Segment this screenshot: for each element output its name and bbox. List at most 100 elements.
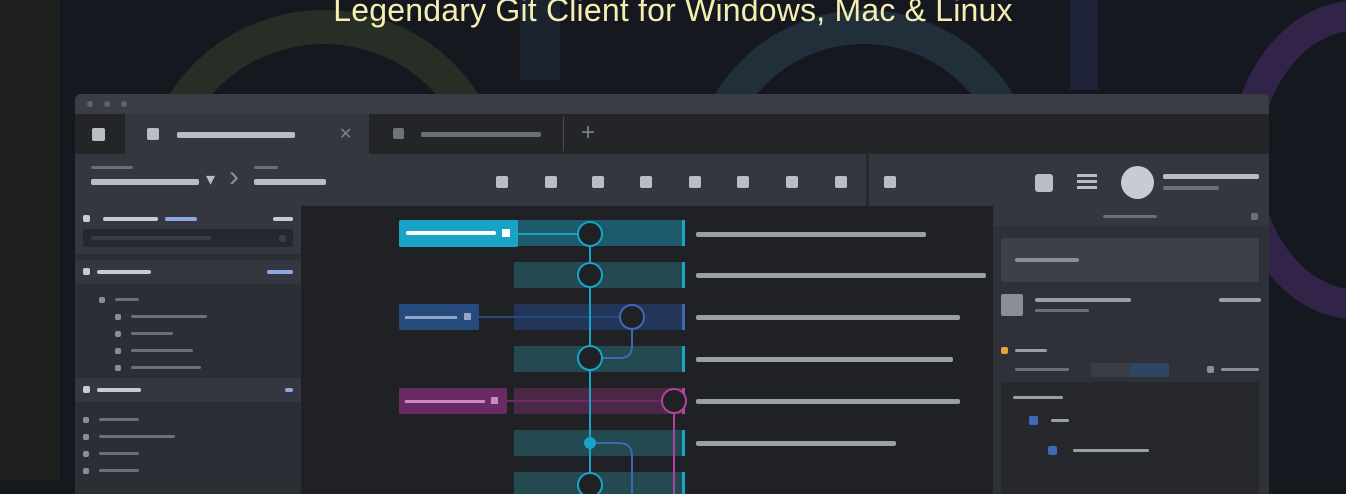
close-tab-icon[interactable]: ✕ bbox=[339, 124, 352, 144]
author-name-placeholder bbox=[1035, 298, 1131, 302]
window-titlebar bbox=[75, 94, 1269, 114]
changes-label-placeholder bbox=[1015, 349, 1047, 352]
local-section bbox=[75, 206, 301, 254]
tab-label-placeholder bbox=[421, 132, 541, 137]
user-email-placeholder bbox=[1163, 186, 1219, 190]
remote-icon bbox=[83, 386, 90, 393]
commit-sha-placeholder[interactable] bbox=[1219, 298, 1261, 302]
detail-header bbox=[993, 206, 1269, 226]
window-maximize-dot[interactable] bbox=[121, 101, 127, 107]
branch-name-placeholder[interactable] bbox=[254, 179, 326, 185]
repo-label-placeholder bbox=[91, 166, 133, 169]
notifications-icon[interactable] bbox=[1035, 174, 1053, 192]
commit-message-placeholder bbox=[696, 399, 960, 404]
app-window: ✕ + ▾ › bbox=[75, 94, 1269, 494]
author-date-placeholder bbox=[1035, 309, 1089, 312]
close-panel-icon[interactable] bbox=[1251, 213, 1258, 220]
path-label-placeholder bbox=[1015, 368, 1069, 371]
list-item[interactable] bbox=[131, 366, 201, 369]
list-item[interactable] bbox=[1051, 419, 1069, 422]
filter-input[interactable] bbox=[83, 229, 293, 247]
settings-icon[interactable] bbox=[1207, 366, 1214, 373]
menu-icon[interactable] bbox=[1077, 174, 1097, 190]
detail-title-placeholder bbox=[1103, 215, 1157, 218]
section-label-placeholder bbox=[103, 217, 158, 221]
undo-icon[interactable] bbox=[496, 176, 508, 188]
list-item[interactable] bbox=[99, 469, 139, 472]
commit-graph-svg bbox=[399, 220, 986, 494]
repo-tab-icon bbox=[393, 128, 404, 139]
list-item[interactable] bbox=[131, 315, 207, 318]
breadcrumb-chevron-icon: › bbox=[229, 160, 239, 193]
stash-icon[interactable] bbox=[737, 176, 749, 188]
tab-bar: ✕ + bbox=[75, 114, 1269, 154]
merge-commit-node[interactable] bbox=[577, 345, 603, 371]
count-badge bbox=[285, 388, 293, 392]
repo-dropdown-icon[interactable]: ▾ bbox=[206, 169, 215, 190]
warning-icon bbox=[1001, 347, 1008, 354]
window-minimize-dot[interactable] bbox=[104, 101, 110, 107]
commit-node[interactable] bbox=[577, 262, 603, 288]
section-label-placeholder bbox=[97, 270, 151, 274]
list-item[interactable] bbox=[99, 435, 175, 438]
view-toggle-path[interactable] bbox=[1091, 363, 1131, 377]
filter-icon bbox=[279, 235, 286, 242]
folder-label-placeholder bbox=[1013, 396, 1063, 399]
new-tab-icon[interactable]: + bbox=[581, 119, 595, 147]
commit-node[interactable] bbox=[577, 221, 603, 247]
toolbar: ▾ › bbox=[75, 154, 1269, 206]
redo-icon[interactable] bbox=[545, 176, 557, 188]
commit-graph bbox=[301, 206, 993, 494]
list-item[interactable] bbox=[1073, 449, 1149, 452]
window-close-dot[interactable] bbox=[87, 101, 93, 107]
settings-label-placeholder bbox=[1221, 368, 1259, 371]
tab-divider bbox=[563, 117, 564, 151]
commit-message-placeholder bbox=[696, 232, 926, 237]
home-icon bbox=[92, 128, 105, 141]
author-avatar bbox=[1001, 294, 1023, 316]
tab-active-repo[interactable]: ✕ bbox=[125, 114, 369, 154]
section-toggle-placeholder[interactable] bbox=[273, 217, 293, 221]
pop-icon[interactable] bbox=[786, 176, 798, 188]
branch-label-placeholder bbox=[254, 166, 278, 169]
commit-message-placeholder bbox=[696, 315, 960, 320]
right-detail-panel bbox=[993, 206, 1269, 494]
list-item[interactable] bbox=[99, 452, 139, 455]
list-item[interactable] bbox=[115, 298, 139, 301]
tab-inactive-repo[interactable] bbox=[369, 114, 563, 154]
commit-node[interactable] bbox=[619, 304, 645, 330]
commit-node[interactable] bbox=[661, 388, 687, 414]
file-icon bbox=[1048, 446, 1057, 455]
commit-summary-box[interactable] bbox=[1001, 238, 1259, 282]
list-item[interactable] bbox=[131, 349, 193, 352]
list-item[interactable] bbox=[99, 418, 139, 421]
left-sidebar bbox=[75, 206, 301, 494]
repo-tab-icon bbox=[147, 128, 159, 140]
home-tab[interactable] bbox=[75, 114, 125, 154]
commit-message-placeholder bbox=[696, 357, 953, 362]
hero-title: Legendary Git Client for Windows, Mac & … bbox=[333, 0, 1013, 28]
count-badge bbox=[165, 217, 197, 221]
tab-label-placeholder bbox=[177, 132, 295, 138]
avatar[interactable] bbox=[1121, 166, 1154, 199]
pull-icon[interactable] bbox=[592, 176, 604, 188]
file-tree bbox=[1001, 382, 1259, 494]
actions-icon[interactable] bbox=[884, 176, 896, 188]
commit-dot[interactable] bbox=[584, 437, 596, 449]
push-icon[interactable] bbox=[640, 176, 652, 188]
view-toggle-tree[interactable] bbox=[1131, 363, 1169, 377]
commit-message-placeholder bbox=[696, 441, 896, 446]
commit-message-placeholder bbox=[696, 273, 986, 278]
list-item[interactable] bbox=[131, 332, 173, 335]
local-icon bbox=[83, 215, 90, 222]
user-name-placeholder bbox=[1163, 174, 1259, 179]
terminal-icon[interactable] bbox=[835, 176, 847, 188]
count-badge bbox=[267, 270, 293, 274]
commit-node[interactable] bbox=[577, 472, 603, 494]
file-icon bbox=[1029, 416, 1038, 425]
section-label-placeholder bbox=[97, 388, 141, 392]
branch-icon[interactable] bbox=[689, 176, 701, 188]
repo-name-placeholder[interactable] bbox=[91, 179, 199, 185]
branches-section-header[interactable] bbox=[75, 260, 301, 284]
remotes-section-header[interactable] bbox=[75, 378, 301, 402]
